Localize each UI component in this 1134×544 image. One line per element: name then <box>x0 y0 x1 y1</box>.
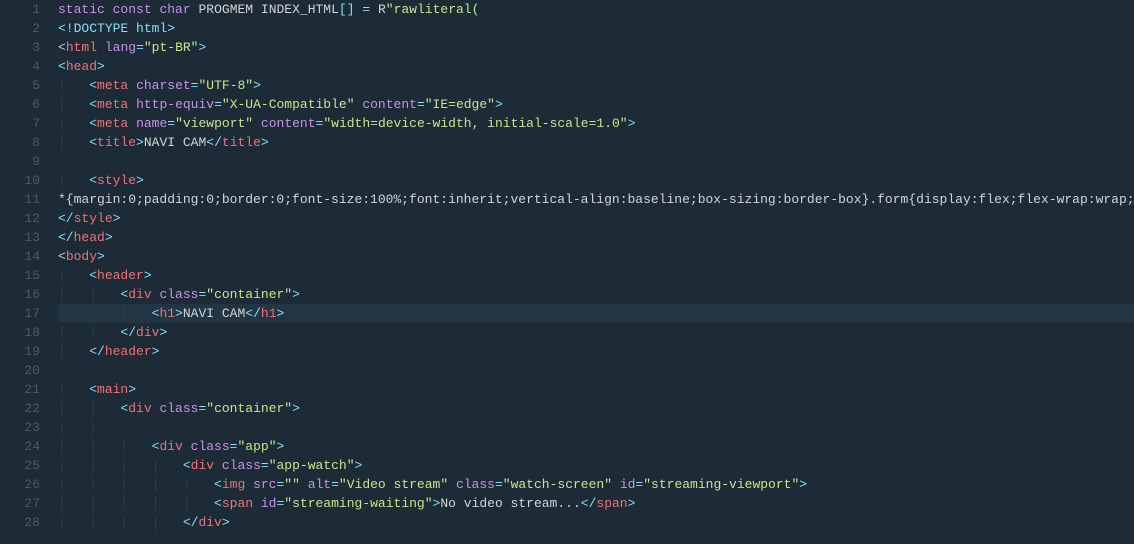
code-line[interactable]: │ </header> <box>58 342 1134 361</box>
line-number: 13 <box>0 228 40 247</box>
code-editor[interactable]: 1234567891011121314151617181920212223242… <box>0 0 1134 544</box>
code-line[interactable]: │ │ │ │ │ <span id="streaming-waiting">N… <box>58 494 1134 513</box>
code-line[interactable]: │ <header> <box>58 266 1134 285</box>
code-line[interactable]: <!DOCTYPE html> <box>58 19 1134 38</box>
code-line[interactable]: │ <meta charset="UTF-8"> <box>58 76 1134 95</box>
line-number: 11 <box>0 190 40 209</box>
code-line[interactable]: │ │ │ │ </div> <box>58 513 1134 532</box>
code-line[interactable]: │ │ │ <div class="app"> <box>58 437 1134 456</box>
line-number: 17 <box>0 304 40 323</box>
line-number: 25 <box>0 456 40 475</box>
code-line[interactable]: │ │ <div class="container"> <box>58 285 1134 304</box>
code-line[interactable]: </style> <box>58 209 1134 228</box>
line-number: 23 <box>0 418 40 437</box>
line-number: 5 <box>0 76 40 95</box>
line-number: 19 <box>0 342 40 361</box>
code-line[interactable]: │ │ <div class="container"> <box>58 399 1134 418</box>
code-line[interactable]: <body> <box>58 247 1134 266</box>
code-line[interactable]: │ <meta name="viewport" content="width=d… <box>58 114 1134 133</box>
line-number: 15 <box>0 266 40 285</box>
code-line[interactable]: │ <meta http-equiv="X-UA-Compatible" con… <box>58 95 1134 114</box>
code-line[interactable]: │ │ │ │ │ <img src="" alt="Video stream"… <box>58 475 1134 494</box>
code-line[interactable]: │ <style> <box>58 171 1134 190</box>
line-number: 6 <box>0 95 40 114</box>
code-line[interactable] <box>58 152 1134 171</box>
line-number: 8 <box>0 133 40 152</box>
code-line[interactable]: │ <title>NAVI CAM</title> <box>58 133 1134 152</box>
code-line[interactable]: <html lang="pt-BR"> <box>58 38 1134 57</box>
line-number: 7 <box>0 114 40 133</box>
code-line[interactable]: │ │ <box>58 418 1134 437</box>
line-number: 9 <box>0 152 40 171</box>
line-number: 14 <box>0 247 40 266</box>
code-line[interactable] <box>58 361 1134 380</box>
code-line[interactable]: │ │ </div> <box>58 323 1134 342</box>
line-number: 27 <box>0 494 40 513</box>
code-line[interactable]: static const char PROGMEM INDEX_HTML[] =… <box>58 0 1134 19</box>
code-line[interactable]: <head> <box>58 57 1134 76</box>
code-line[interactable]: │ │ │ │ <div class="app-watch"> <box>58 456 1134 475</box>
code-line[interactable]: </head> <box>58 228 1134 247</box>
line-number: 28 <box>0 513 40 532</box>
line-number: 24 <box>0 437 40 456</box>
line-number: 16 <box>0 285 40 304</box>
line-number: 4 <box>0 57 40 76</box>
line-number: 10 <box>0 171 40 190</box>
code-line[interactable]: │ <main> <box>58 380 1134 399</box>
line-number-gutter: 1234567891011121314151617181920212223242… <box>0 0 58 544</box>
line-number: 26 <box>0 475 40 494</box>
code-area[interactable]: static const char PROGMEM INDEX_HTML[] =… <box>58 0 1134 544</box>
code-line[interactable]: *{margin:0;padding:0;border:0;font-size:… <box>58 190 1134 209</box>
line-number: 1 <box>0 0 40 19</box>
line-number: 12 <box>0 209 40 228</box>
line-number: 21 <box>0 380 40 399</box>
code-line[interactable]: │ │ │ <h1>NAVI CAM</h1> <box>58 304 1134 323</box>
line-number: 22 <box>0 399 40 418</box>
line-number: 2 <box>0 19 40 38</box>
line-number: 20 <box>0 361 40 380</box>
line-number: 3 <box>0 38 40 57</box>
line-number: 18 <box>0 323 40 342</box>
